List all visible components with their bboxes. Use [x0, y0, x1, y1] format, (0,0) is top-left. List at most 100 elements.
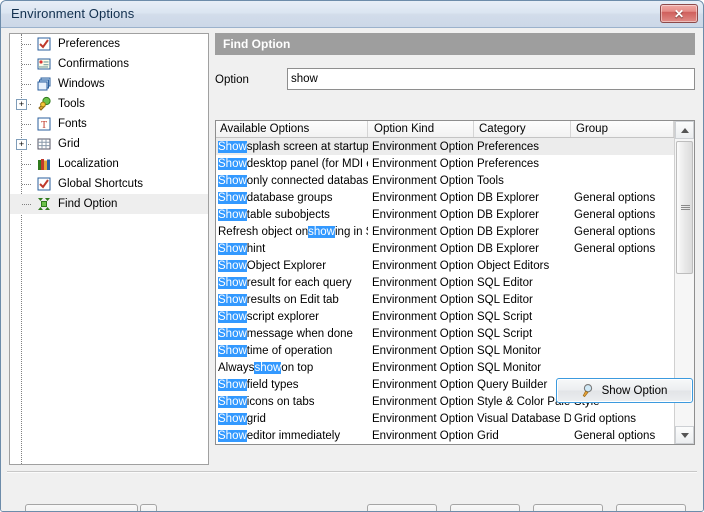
- table-row[interactable]: Show database groups Environment Options D…: [216, 189, 674, 206]
- table-row[interactable]: Show time of operation Environment Option…: [216, 342, 674, 359]
- tree-guide-dash: [22, 184, 31, 185]
- search-match-highlight: Show: [218, 395, 247, 408]
- cancel-button[interactable]: Cancel: [450, 504, 520, 511]
- scrollbar-thumb[interactable]: [676, 141, 693, 274]
- cell-group: General options: [574, 225, 656, 238]
- sidebar-item-find-option[interactable]: Find Option: [10, 194, 208, 214]
- option-text-suffix: icons on tabs: [246, 395, 315, 408]
- cell-category: Visual Database Designer: [477, 412, 571, 425]
- cell-category: SQL Script: [477, 310, 533, 323]
- search-match-highlight: Show: [218, 344, 247, 357]
- close-button[interactable]: ✕: [660, 4, 698, 23]
- option-text-suffix: on top: [281, 361, 314, 374]
- search-match-highlight: Show: [218, 276, 247, 289]
- cell-option-kind: Environment Options: [372, 395, 474, 408]
- sidebar-item-tools[interactable]: + Tools: [10, 94, 208, 114]
- cell-category: DB Explorer: [477, 191, 539, 204]
- grid-column-header-label: Category: [479, 123, 526, 135]
- cell-available-option: Show result for each query: [216, 274, 368, 291]
- sidebar-item-localization[interactable]: Localization: [10, 154, 208, 174]
- table-row[interactable]: Show result for each query Environment Op…: [216, 274, 674, 291]
- option-text-suffix: message when done: [246, 327, 353, 340]
- sidebar-item-global-shortcuts[interactable]: Global Shortcuts: [10, 174, 208, 194]
- sidebar-item-confirmations[interactable]: Confirmations: [10, 54, 208, 74]
- cell-group: [572, 172, 674, 189]
- cell-available-option: Show field types: [216, 376, 368, 393]
- table-row[interactable]: Always show on top Environment Options SQL…: [216, 359, 674, 376]
- option-label: Option: [215, 74, 249, 86]
- option-text-suffix: results on Edit tab: [246, 293, 339, 306]
- fonts-icon: T: [36, 116, 52, 132]
- table-row[interactable]: Show table subobjects Environment Options…: [216, 206, 674, 223]
- cell-option-kind: Environment Options: [372, 191, 474, 204]
- sidebar-item-label: Confirmations: [58, 58, 129, 70]
- cell-available-option: Show message when done: [216, 325, 368, 342]
- table-row[interactable]: Refresh object on showing in SQL Editor E…: [216, 223, 674, 240]
- search-match-highlight: Show: [218, 429, 247, 442]
- reset-to-defaults-button[interactable]: Reset to Defaults: [25, 504, 138, 511]
- sidebar-item-label: Localization: [58, 158, 119, 170]
- grid-column-header-category[interactable]: Category: [475, 121, 571, 137]
- search-match-highlight: Show: [218, 242, 247, 255]
- cell-option-kind: Environment Options: [372, 208, 474, 221]
- sidebar-item-grid[interactable]: + Grid: [10, 134, 208, 154]
- option-search-input[interactable]: [287, 68, 695, 90]
- sidebar-item-label: Preferences: [58, 38, 121, 50]
- sidebar-item-label: Windows: [58, 78, 105, 90]
- cell-option-kind: Environment Options: [372, 157, 474, 170]
- table-row[interactable]: Show message when done Environment Option…: [216, 325, 674, 342]
- global-shortcuts-icon: [36, 176, 52, 192]
- svg-text:T: T: [41, 120, 47, 131]
- localization-icon: [36, 156, 52, 172]
- scroll-up-icon[interactable]: [675, 121, 694, 139]
- table-row[interactable]: Show desktop panel (for MDI environment)…: [216, 155, 674, 172]
- table-row[interactable]: Show script explorer Environment Options S…: [216, 308, 674, 325]
- grid-header-row: Available Options Option Kind Category Grou…: [216, 121, 694, 138]
- magnifier-icon: [582, 383, 597, 398]
- show-option-button-label: Show Option: [601, 384, 668, 397]
- table-row[interactable]: Show only connected databases Environment…: [216, 172, 674, 189]
- scroll-down-icon[interactable]: [675, 426, 694, 444]
- options-tree[interactable]: Preferences Confirmations Windows + Tools…: [9, 33, 209, 465]
- search-match-highlight: Show: [218, 174, 247, 187]
- cell-group: Grid options: [574, 412, 637, 425]
- cell-group: [572, 138, 674, 155]
- sidebar-item-fonts[interactable]: T Fonts: [10, 114, 208, 134]
- reset-dropdown-button[interactable]: [140, 504, 157, 511]
- sidebar-item-preferences[interactable]: Preferences: [10, 34, 208, 54]
- environment-options-dialog: Environment Options ✕ Preferences Confir…: [0, 0, 704, 512]
- cell-group: [572, 291, 674, 308]
- dialog-body: Preferences Confirmations Windows + Tools…: [1, 28, 703, 511]
- windows-icon: [36, 76, 52, 92]
- option-text-suffix: hint: [246, 242, 266, 255]
- table-row[interactable]: Show results on Edit tab Environment Opti…: [216, 291, 674, 308]
- grid-icon: [36, 136, 52, 152]
- tree-expander-icon[interactable]: +: [16, 99, 27, 110]
- apply-button[interactable]: Apply: [616, 504, 686, 511]
- title-bar[interactable]: Environment Options ✕: [1, 1, 703, 28]
- cell-group: [572, 308, 674, 325]
- option-text-suffix: ing in SQL Editor: [335, 225, 368, 238]
- table-row[interactable]: Show grid Environment Options Visual Datab…: [216, 410, 674, 427]
- grid-column-header-available-options[interactable]: Available Options: [216, 121, 368, 137]
- grid-column-header-option-kind[interactable]: Option Kind: [370, 121, 474, 137]
- ok-button[interactable]: OK: [367, 504, 437, 511]
- grid-column-header-group[interactable]: Group: [572, 121, 674, 137]
- table-row[interactable]: Show hint Environment Options DB Explorer G…: [216, 240, 674, 257]
- cell-available-option: Refresh object on showing in SQL Editor: [216, 223, 368, 240]
- sidebar-item-windows[interactable]: Windows: [10, 74, 208, 94]
- cell-option-kind: Environment Options: [372, 242, 474, 255]
- table-row[interactable]: Show editor immediately Environment Optio…: [216, 427, 674, 444]
- help-button[interactable]: Help: [533, 504, 603, 511]
- show-option-button[interactable]: Show Option: [556, 378, 693, 403]
- search-match-highlight: show: [254, 361, 282, 374]
- cell-option-kind: Environment Options: [372, 259, 474, 272]
- find-option-panel: Find Option Option Available Options Opti…: [215, 33, 695, 465]
- cell-available-option: Show splash screen at startup: [216, 138, 368, 155]
- table-row[interactable]: Show Object Explorer Environment Options O…: [216, 257, 674, 274]
- cell-option-kind: Environment Options: [372, 412, 474, 425]
- search-match-highlight: Show: [218, 378, 247, 391]
- tree-expander-icon[interactable]: +: [16, 139, 27, 150]
- tree-guide-dash: [22, 44, 31, 45]
- table-row[interactable]: Show splash screen at startup Environment…: [216, 138, 674, 155]
